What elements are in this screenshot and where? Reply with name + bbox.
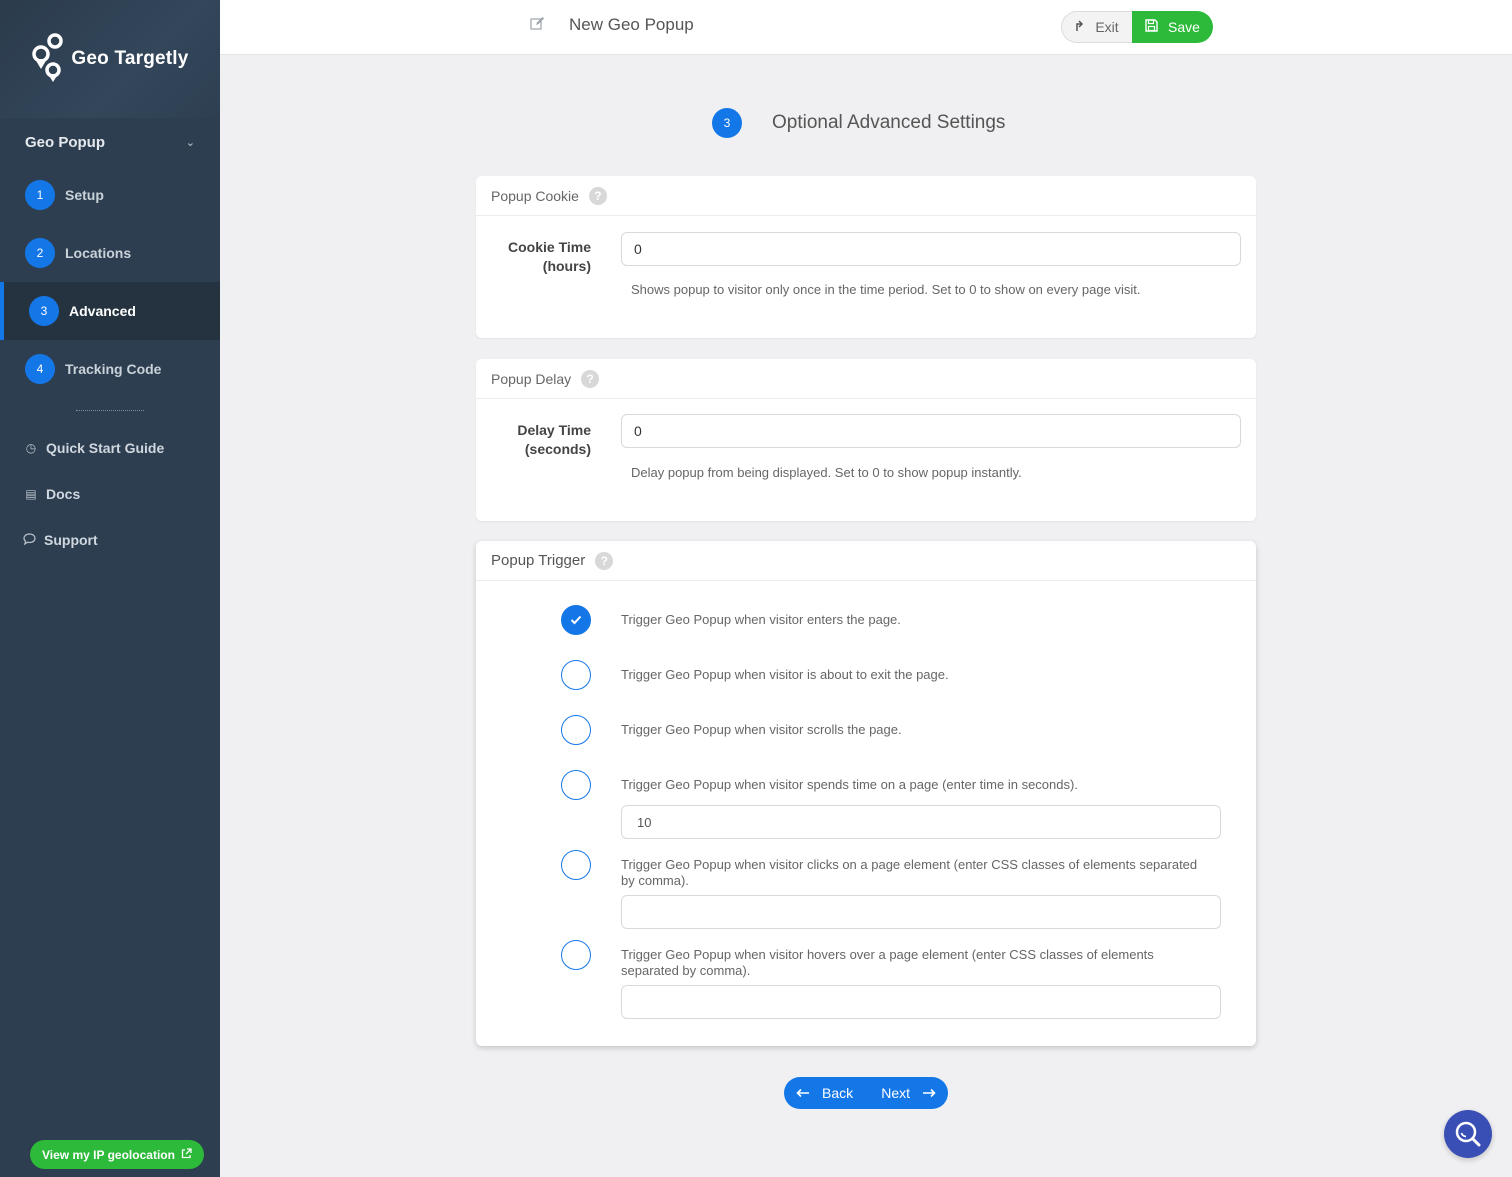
location-pins-icon (32, 33, 64, 82)
wizard-nav-buttons: Back Next (784, 1077, 948, 1109)
sidebar-step-locations[interactable]: 2 Locations (0, 224, 220, 282)
step-label: Tracking Code (65, 361, 162, 377)
trigger-option-text: Trigger Geo Popup when visitor scrolls t… (621, 722, 902, 737)
section-title: Geo Popup (25, 133, 105, 151)
step-number: 3 (29, 296, 59, 326)
link-label: Support (44, 532, 98, 548)
edit-icon[interactable] (530, 16, 545, 33)
trigger-radio-click-element[interactable] (561, 850, 591, 880)
book-icon: ▤ (25, 487, 37, 501)
sidebar: Geo Targetly Geo Popup ⌄ 1 Setup 2 Locat… (0, 0, 220, 1177)
trigger-radio-exit[interactable] (561, 660, 591, 690)
step-number-badge: 3 (712, 108, 742, 138)
exit-label: Exit (1095, 19, 1119, 35)
popup-trigger-card: Popup Trigger ? Trigger Geo Popup when v… (476, 541, 1256, 1046)
cookie-time-label: Cookie Time (hours) (508, 238, 591, 276)
delay-time-label: Delay Time (seconds) (517, 421, 591, 459)
trigger-radio-enter[interactable] (561, 605, 591, 635)
delay-time-input[interactable]: 0 (621, 414, 1241, 448)
chat-bubble-icon (22, 532, 36, 548)
trigger-radio-scroll[interactable] (561, 715, 591, 745)
sidebar-step-tracking-code[interactable]: 4 Tracking Code (0, 340, 220, 398)
back-label: Back (822, 1085, 854, 1101)
view-ip-geolocation-button[interactable]: View my IP geolocation (30, 1140, 204, 1169)
search-icon (1455, 1121, 1481, 1147)
hover-css-classes-input[interactable] (621, 985, 1221, 1019)
step-number: 4 (25, 354, 55, 384)
help-icon[interactable]: ? (595, 551, 614, 570)
top-bar: New Geo Popup Exit Save (220, 0, 1512, 55)
label-line: Delay Time (517, 422, 591, 438)
cookie-hint: Shows popup to visitor only once in the … (631, 282, 1141, 297)
brand-header: Geo Targetly (0, 0, 220, 118)
cookie-time-input[interactable]: 0 (621, 232, 1241, 266)
card-header: Popup Delay ? (476, 359, 1256, 399)
sidebar-link-docs[interactable]: ▤ Docs (0, 471, 220, 517)
step-number: 1 (25, 180, 55, 210)
label-line: (hours) (542, 258, 591, 274)
next-label: Next (881, 1085, 910, 1101)
help-search-button[interactable] (1444, 1110, 1492, 1158)
trigger-option-text: Trigger Geo Popup when visitor clicks on… (621, 857, 1198, 888)
save-label: Save (1168, 19, 1200, 35)
label-line: (seconds) (524, 441, 591, 457)
brand-name: Geo Targetly (71, 48, 189, 69)
link-label: Quick Start Guide (46, 440, 165, 456)
delay-hint: Delay popup from being displayed. Set to… (631, 465, 1022, 480)
header-button-group: Exit Save (1061, 11, 1213, 43)
card-header: Popup Trigger ? (476, 541, 1256, 581)
logo[interactable]: Geo Targetly (31, 32, 188, 86)
trigger-option-text: Trigger Geo Popup when visitor spends ti… (621, 777, 1078, 792)
button-label: View my IP geolocation (42, 1147, 175, 1162)
sidebar-link-quick-start-guide[interactable]: ◷ Quick Start Guide (0, 425, 220, 471)
trigger-radio-hover-element[interactable] (561, 940, 591, 970)
click-css-classes-input[interactable] (621, 895, 1221, 929)
card-header: Popup Cookie ? (476, 176, 1256, 216)
popup-cookie-card: Popup Cookie ? Cookie Time (hours) 0 Sho… (476, 176, 1256, 338)
card-title: Popup Delay (491, 370, 572, 387)
sidebar-step-advanced[interactable]: 3 Advanced (0, 282, 220, 340)
arrow-right-icon (923, 1088, 936, 1098)
step-title: Optional Advanced Settings (772, 112, 1006, 133)
divider (76, 410, 144, 411)
chevron-down-icon: ⌄ (185, 136, 195, 149)
sidebar-section-geo-popup[interactable]: Geo Popup ⌄ (0, 118, 220, 166)
card-title: Popup Cookie (491, 187, 579, 204)
sidebar-link-support[interactable]: Support (0, 517, 220, 563)
step-number: 2 (25, 238, 55, 268)
back-button[interactable]: Back (796, 1085, 853, 1101)
step-heading: 3 Optional Advanced Settings (712, 108, 1005, 138)
link-label: Docs (46, 486, 81, 502)
exit-arrow-icon (1075, 19, 1085, 35)
save-button[interactable]: Save (1132, 11, 1213, 43)
floppy-disk-icon (1145, 19, 1158, 35)
step-label: Locations (65, 245, 132, 261)
external-link-icon (181, 1147, 192, 1162)
step-label: Advanced (69, 303, 136, 319)
help-icon[interactable]: ? (588, 186, 607, 205)
help-icon[interactable]: ? (581, 369, 600, 388)
exit-button[interactable]: Exit (1061, 11, 1132, 43)
arrow-left-icon (796, 1088, 809, 1098)
checkmark-icon (570, 615, 582, 625)
trigger-radio-time-on-page[interactable] (561, 770, 591, 800)
time-on-page-input[interactable]: 10 (621, 805, 1221, 839)
sidebar-step-setup[interactable]: 1 Setup (0, 166, 220, 224)
clock-icon: ◷ (25, 441, 37, 455)
trigger-option-text: Trigger Geo Popup when visitor enters th… (621, 612, 901, 627)
popup-delay-card: Popup Delay ? Delay Time (seconds) 0 Del… (476, 359, 1256, 521)
card-title: Popup Trigger (491, 552, 586, 569)
trigger-option-text: Trigger Geo Popup when visitor hovers ov… (621, 947, 1154, 978)
page-title[interactable]: New Geo Popup (569, 15, 694, 35)
step-label: Setup (65, 187, 104, 203)
label-line: Cookie Time (508, 239, 591, 255)
trigger-option-text: Trigger Geo Popup when visitor is about … (621, 667, 949, 682)
next-button[interactable]: Next (881, 1085, 936, 1101)
